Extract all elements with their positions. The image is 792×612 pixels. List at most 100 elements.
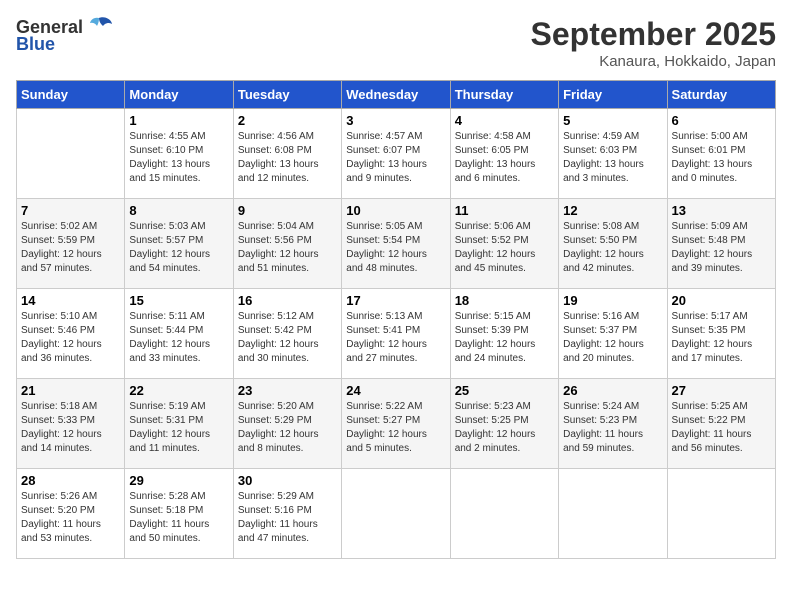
day-number: 12 [563,203,662,218]
day-number: 5 [563,113,662,128]
calendar-cell: 16 Sunrise: 5:12 AM Sunset: 5:42 PM Dayli… [233,289,341,379]
cell-info: Sunrise: 5:19 AM Sunset: 5:31 PM Dayligh… [129,400,228,456]
day-number: 29 [129,473,228,488]
day-number: 28 [21,473,120,488]
title-area: September 2025 Kanaura, Hokkaido, Japan [531,16,776,70]
cell-info: Sunrise: 5:05 AM Sunset: 5:54 PM Dayligh… [346,220,445,276]
cell-info: Sunrise: 4:56 AM Sunset: 6:08 PM Dayligh… [238,130,337,186]
calendar-cell: 30Sunrise: 5:29 AM Sunset: 5:16 PM Dayli… [233,469,341,559]
cell-info: Sunrise: 5:11 AM Sunset: 5:44 PM Dayligh… [129,310,228,366]
cell-info: Sunrise: 5:09 AM Sunset: 5:48 PM Dayligh… [672,220,771,276]
cell-info: Sunrise: 5:10 AM Sunset: 5:46 PM Dayligh… [21,310,120,366]
cell-info: Sunrise: 5:12 AM Sunset: 5:42 PM Dayligh… [238,310,337,366]
calendar-cell: 15 Sunrise: 5:11 AM Sunset: 5:44 PM Dayli… [125,289,233,379]
calendar-week-row: 1 Sunrise: 4:55 AM Sunset: 6:10 PM Daylig… [17,109,776,199]
cell-info: Sunrise: 5:06 AM Sunset: 5:52 PM Dayligh… [455,220,554,276]
calendar-cell: 20 Sunrise: 5:17 AM Sunset: 5:35 PM Dayli… [667,289,775,379]
calendar-day-header: Sunday [17,81,125,109]
day-number: 26 [563,383,662,398]
cell-info: Sunrise: 5:08 AM Sunset: 5:50 PM Dayligh… [563,220,662,276]
calendar-cell: 7Sunrise: 5:02 AM Sunset: 5:59 PM Daylig… [17,199,125,289]
day-number: 1 [129,113,228,128]
calendar-cell: 28 Sunrise: 5:26 AM Sunset: 5:20 PM Dayli… [17,469,125,559]
cell-info: Sunrise: 5:04 AM Sunset: 5:56 PM Dayligh… [238,220,337,276]
calendar-cell: 12 Sunrise: 5:08 AM Sunset: 5:50 PM Dayli… [559,199,667,289]
calendar-cell: 6Sunrise: 5:00 AM Sunset: 6:01 PM Daylig… [667,109,775,199]
day-number: 27 [672,383,771,398]
calendar-cell [667,469,775,559]
logo: General Blue [16,16,113,55]
calendar-cell: 22 Sunrise: 5:19 AM Sunset: 5:31 PM Dayli… [125,379,233,469]
day-number: 6 [672,113,771,128]
day-number: 16 [238,293,337,308]
day-number: 24 [346,383,445,398]
calendar-cell: 27 Sunrise: 5:25 AM Sunset: 5:22 PM Dayli… [667,379,775,469]
calendar-cell: 2 Sunrise: 4:56 AM Sunset: 6:08 PM Daylig… [233,109,341,199]
calendar-cell: 18 Sunrise: 5:15 AM Sunset: 5:39 PM Dayli… [450,289,558,379]
cell-info: Sunrise: 5:17 AM Sunset: 5:35 PM Dayligh… [672,310,771,366]
calendar-cell: 14 Sunrise: 5:10 AM Sunset: 5:46 PM Dayli… [17,289,125,379]
day-number: 7 [21,203,120,218]
day-number: 18 [455,293,554,308]
day-number: 13 [672,203,771,218]
day-number: 15 [129,293,228,308]
calendar-cell: 10Sunrise: 5:05 AM Sunset: 5:54 PM Dayli… [342,199,450,289]
day-number: 14 [21,293,120,308]
cell-info: Sunrise: 5:28 AM Sunset: 5:18 PM Dayligh… [129,490,228,546]
calendar-cell: 13 Sunrise: 5:09 AM Sunset: 5:48 PM Dayli… [667,199,775,289]
cell-info: Sunrise: 4:59 AM Sunset: 6:03 PM Dayligh… [563,130,662,186]
cell-info: Sunrise: 5:26 AM Sunset: 5:20 PM Dayligh… [21,490,120,546]
cell-info: Sunrise: 5:22 AM Sunset: 5:27 PM Dayligh… [346,400,445,456]
calendar-cell: 8 Sunrise: 5:03 AM Sunset: 5:57 PM Daylig… [125,199,233,289]
calendar-cell: 24 Sunrise: 5:22 AM Sunset: 5:27 PM Dayli… [342,379,450,469]
calendar-day-header: Wednesday [342,81,450,109]
day-number: 20 [672,293,771,308]
calendar-week-row: 28 Sunrise: 5:26 AM Sunset: 5:20 PM Dayli… [17,469,776,559]
day-number: 2 [238,113,337,128]
cell-info: Sunrise: 4:55 AM Sunset: 6:10 PM Dayligh… [129,130,228,186]
calendar-week-row: 7Sunrise: 5:02 AM Sunset: 5:59 PM Daylig… [17,199,776,289]
day-number: 8 [129,203,228,218]
day-number: 17 [346,293,445,308]
calendar-cell: 25 Sunrise: 5:23 AM Sunset: 5:25 PM Dayli… [450,379,558,469]
cell-info: Sunrise: 5:20 AM Sunset: 5:29 PM Dayligh… [238,400,337,456]
cell-info: Sunrise: 5:03 AM Sunset: 5:57 PM Dayligh… [129,220,228,276]
calendar-day-header: Friday [559,81,667,109]
calendar-cell [450,469,558,559]
cell-info: Sunrise: 4:58 AM Sunset: 6:05 PM Dayligh… [455,130,554,186]
calendar-day-header: Tuesday [233,81,341,109]
day-number: 21 [21,383,120,398]
cell-info: Sunrise: 5:23 AM Sunset: 5:25 PM Dayligh… [455,400,554,456]
cell-info: Sunrise: 5:16 AM Sunset: 5:37 PM Dayligh… [563,310,662,366]
calendar-cell: 11Sunrise: 5:06 AM Sunset: 5:52 PM Dayli… [450,199,558,289]
cell-info: Sunrise: 5:29 AM Sunset: 5:16 PM Dayligh… [238,490,337,546]
cell-info: Sunrise: 4:57 AM Sunset: 6:07 PM Dayligh… [346,130,445,186]
cell-info: Sunrise: 5:13 AM Sunset: 5:41 PM Dayligh… [346,310,445,366]
day-number: 22 [129,383,228,398]
day-number: 4 [455,113,554,128]
calendar-cell [17,109,125,199]
calendar-cell: 19 Sunrise: 5:16 AM Sunset: 5:37 PM Dayli… [559,289,667,379]
day-number: 23 [238,383,337,398]
calendar-week-row: 14 Sunrise: 5:10 AM Sunset: 5:46 PM Dayli… [17,289,776,379]
month-title: September 2025 [531,16,776,53]
calendar-day-header: Thursday [450,81,558,109]
cell-info: Sunrise: 5:18 AM Sunset: 5:33 PM Dayligh… [21,400,120,456]
calendar-cell: 26Sunrise: 5:24 AM Sunset: 5:23 PM Dayli… [559,379,667,469]
calendar-cell: 3 Sunrise: 4:57 AM Sunset: 6:07 PM Daylig… [342,109,450,199]
day-number: 25 [455,383,554,398]
day-number: 19 [563,293,662,308]
logo-bird-icon [85,16,113,38]
day-number: 9 [238,203,337,218]
cell-info: Sunrise: 5:25 AM Sunset: 5:22 PM Dayligh… [672,400,771,456]
cell-info: Sunrise: 5:15 AM Sunset: 5:39 PM Dayligh… [455,310,554,366]
day-number: 3 [346,113,445,128]
logo-blue-text: Blue [16,34,55,55]
calendar-cell [559,469,667,559]
calendar-cell: 21 Sunrise: 5:18 AM Sunset: 5:33 PM Dayli… [17,379,125,469]
calendar-cell [342,469,450,559]
calendar-cell: 5 Sunrise: 4:59 AM Sunset: 6:03 PM Daylig… [559,109,667,199]
calendar-table: SundayMondayTuesdayWednesdayThursdayFrid… [16,80,776,559]
calendar-header-row: SundayMondayTuesdayWednesdayThursdayFrid… [17,81,776,109]
calendar-cell: 29 Sunrise: 5:28 AM Sunset: 5:18 PM Dayli… [125,469,233,559]
